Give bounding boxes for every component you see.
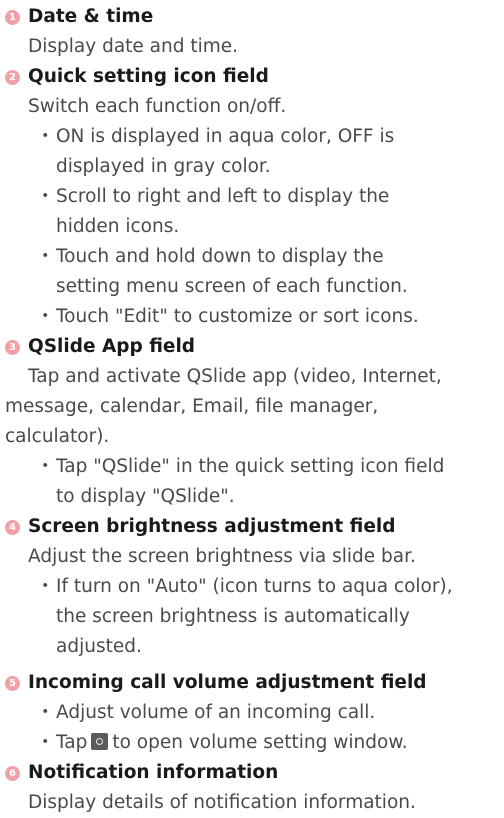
section-header: 4 Screen brightness adjustment field xyxy=(0,512,504,542)
section-description: message, calendar, Email, file manager, xyxy=(5,396,379,417)
bullet-dot: ・ xyxy=(36,306,55,327)
section-number-badge: 6 xyxy=(5,766,20,781)
section-brightness: 4 Screen brightness adjustment field Adj… xyxy=(0,512,504,662)
bullet-dot: ・ xyxy=(36,702,55,723)
bullet-text: the screen brightness is automatically xyxy=(56,606,410,627)
section-description: Display details of notification informat… xyxy=(28,792,416,813)
list-item: ・ Scroll to right and left to display th… xyxy=(0,182,504,242)
bullet-dot: ・ xyxy=(36,126,55,147)
bullet-text: Tap "QSlide" in the quick setting icon f… xyxy=(56,456,445,477)
bullet-text: hidden icons. xyxy=(56,216,180,237)
bullet-list: ・ Adjust volume of an incoming call. ・ T… xyxy=(0,698,504,758)
bullet-text: displayed in gray color. xyxy=(56,156,271,177)
bullet-text: ON is displayed in aqua color, OFF is xyxy=(56,126,395,147)
list-item: ・ Tap "QSlide" in the quick setting icon… xyxy=(0,452,504,512)
list-item: ・ Adjust volume of an incoming call. xyxy=(0,698,504,728)
section-title: Screen brightness adjustment field xyxy=(28,516,396,537)
list-item: ・ Touch "Edit" to customize or sort icon… xyxy=(0,302,504,332)
bullet-dot: ・ xyxy=(36,576,55,597)
section-date-time: 1 Date & time Display date and time. xyxy=(0,2,504,62)
list-item: ・ Tap to open volume setting window. xyxy=(0,728,504,758)
bullet-text: setting menu screen of each function. xyxy=(56,276,408,297)
section-description: Adjust the screen brightness via slide b… xyxy=(28,546,416,567)
section-header: 3 QSlide App field xyxy=(0,332,504,362)
section-description: Tap and activate QSlide app (video, Inte… xyxy=(28,366,442,387)
section-number-badge: 2 xyxy=(5,70,20,85)
section-title: Date & time xyxy=(28,6,154,27)
bullet-text: Touch "Edit" to customize or sort icons. xyxy=(56,306,419,327)
section-description: calculator). xyxy=(5,426,110,447)
list-item: ・ ON is displayed in aqua color, OFF is … xyxy=(0,122,504,182)
section-title: Incoming call volume adjustment field xyxy=(28,672,427,693)
section-header: 6 Notification information xyxy=(0,758,504,788)
section-call-volume: 5 Incoming call volume adjustment field … xyxy=(0,668,504,758)
section-header: 5 Incoming call volume adjustment field xyxy=(0,668,504,698)
section-qslide: 3 QSlide App field Tap and activate QSli… xyxy=(0,332,504,512)
gear-icon xyxy=(91,733,109,750)
section-number-badge: 4 xyxy=(5,520,20,535)
bullet-text: If turn on "Auto" (icon turns to aqua co… xyxy=(56,576,453,597)
section-number-badge: 3 xyxy=(5,340,20,355)
bullet-text: Touch and hold down to display the xyxy=(56,246,384,267)
list-item: ・ If turn on "Auto" (icon turns to aqua … xyxy=(0,572,504,662)
section-header: 1 Date & time xyxy=(0,2,504,32)
bullet-text: adjusted. xyxy=(56,636,142,657)
list-item: ・ Touch and hold down to display the set… xyxy=(0,242,504,302)
bullet-list: ・ If turn on "Auto" (icon turns to aqua … xyxy=(0,572,504,662)
bullet-text-after: to open volume setting window. xyxy=(112,732,408,753)
bullet-text: Adjust volume of an incoming call. xyxy=(56,702,376,723)
section-description: Display date and time. xyxy=(28,36,239,57)
section-header: 2 Quick setting icon field xyxy=(0,62,504,92)
bullet-list: ・ Tap "QSlide" in the quick setting icon… xyxy=(0,452,504,512)
bullet-text: Tap to open volume setting window. xyxy=(56,728,504,758)
bullet-text-before: Tap xyxy=(56,732,88,753)
section-notification: 6 Notification information Display detai… xyxy=(0,758,504,818)
section-title: Notification information xyxy=(28,762,279,783)
section-number-badge: 5 xyxy=(5,676,20,691)
section-number-badge: 1 xyxy=(5,10,20,25)
document: 1 Date & time Display date and time. 2 Q… xyxy=(0,2,504,818)
section-description: Switch each function on/off. xyxy=(28,96,287,117)
bullet-dot: ・ xyxy=(36,186,55,207)
section-quick-setting: 2 Quick setting icon field Switch each f… xyxy=(0,62,504,332)
bullet-text: to display "QSlide". xyxy=(56,486,235,507)
bullet-list: ・ ON is displayed in aqua color, OFF is … xyxy=(0,122,504,332)
bullet-text: Scroll to right and left to display the xyxy=(56,186,390,207)
section-title: QSlide App field xyxy=(28,336,196,357)
bullet-dot: ・ xyxy=(36,246,55,267)
section-title: Quick setting icon field xyxy=(28,66,269,87)
bullet-dot: ・ xyxy=(36,732,55,753)
bullet-dot: ・ xyxy=(36,456,55,477)
